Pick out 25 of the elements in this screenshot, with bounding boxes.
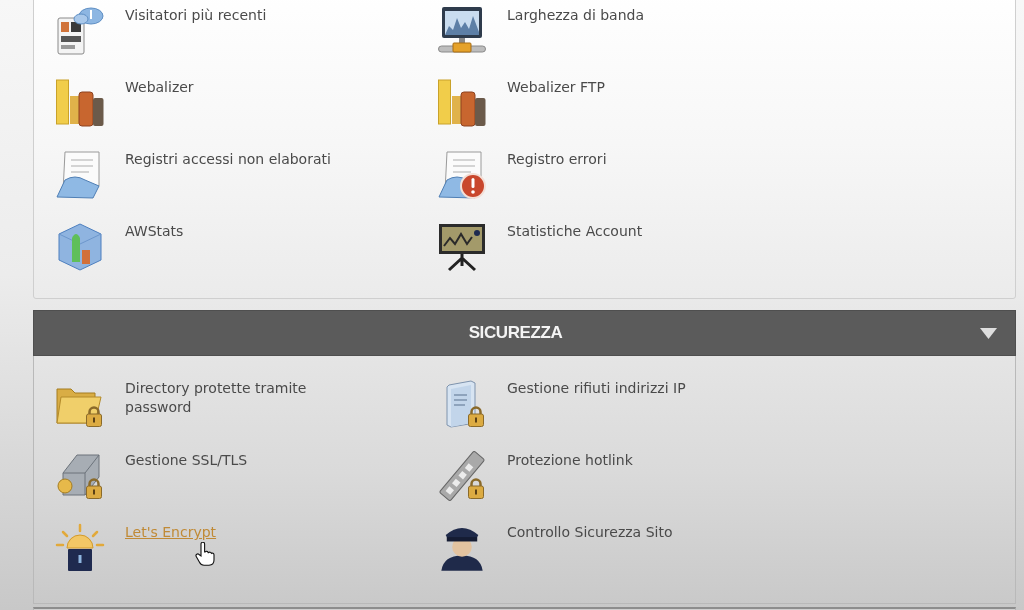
tool-link[interactable]: Directory protette tramite password: [125, 379, 365, 417]
tool-link[interactable]: Webalizer: [125, 78, 194, 97]
tool-link[interactable]: Visitatori più recenti: [125, 6, 267, 25]
easel-chart-icon[interactable]: [437, 222, 487, 272]
document-cloud-icon[interactable]: [55, 6, 105, 56]
tool-link[interactable]: Webalizer FTP: [507, 78, 605, 97]
hand-cursor-icon: [195, 542, 215, 566]
tool-link[interactable]: Gestione SSL/TLS: [125, 451, 248, 470]
tool-link[interactable]: Statistiche Account: [507, 222, 643, 241]
tool-link[interactable]: Larghezza di banda: [507, 6, 645, 25]
bar-chart-icon[interactable]: [55, 78, 105, 128]
drive-lock-icon[interactable]: [55, 451, 105, 501]
section-header[interactable]: SICUREZZA: [33, 310, 1016, 356]
tool-link[interactable]: Gestione rifiuti indirizzi IP: [507, 379, 686, 398]
tool-link[interactable]: Protezione hotlink: [507, 451, 633, 470]
tool-link[interactable]: Registro errori: [507, 150, 607, 169]
paper-warning-icon[interactable]: [437, 150, 487, 200]
chart-cube-icon[interactable]: [55, 222, 105, 272]
section-title: SICUREZZA: [468, 323, 563, 343]
tool-link[interactable]: Registri accessi non elaborati: [125, 150, 331, 169]
tool-link[interactable]: Controllo Sicurezza Sito: [507, 523, 673, 542]
monitor-chart-icon[interactable]: [437, 6, 487, 56]
sun-lock-icon[interactable]: [55, 523, 105, 573]
tool-link[interactable]: AWStats: [125, 222, 184, 241]
bar-chart-icon[interactable]: [437, 78, 487, 128]
